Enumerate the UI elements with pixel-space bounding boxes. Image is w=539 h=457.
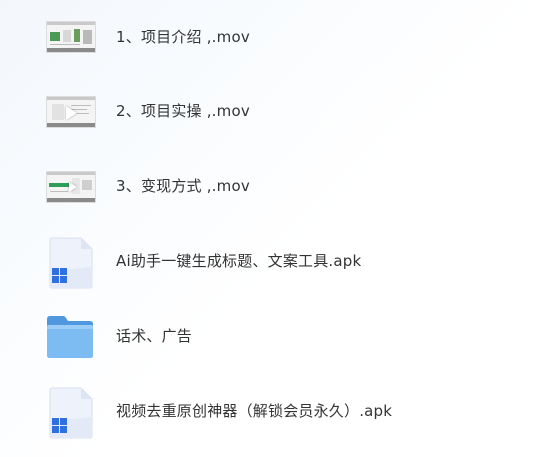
file-row-video-1[interactable]: 1、项目介绍 ,.mov xyxy=(0,6,539,66)
video-thumbnail-icon xyxy=(46,96,96,128)
file-list: 1、项目介绍 ,.mov 2、项目实操 ,.mov 3、变现方式 ,.mov A… xyxy=(0,0,539,457)
play-icon xyxy=(69,182,77,192)
play-icon xyxy=(66,106,77,120)
video-thumbnail-icon xyxy=(46,21,96,53)
file-row-apk-2[interactable]: 视频去重原创神器（解锁会员永久）.apk xyxy=(0,381,539,441)
file-row-video-3[interactable]: 3、变现方式 ,.mov xyxy=(0,156,539,216)
file-name: 3、变现方式 ,.mov xyxy=(116,177,250,195)
apk-file-icon xyxy=(48,387,94,439)
file-name: 话术、广告 xyxy=(116,327,193,345)
file-name: Ai助手一键生成标题、文案工具.apk xyxy=(116,252,362,270)
video-thumbnail-icon xyxy=(46,171,96,203)
file-name: 1、项目介绍 ,.mov xyxy=(116,28,250,46)
file-name: 视频去重原创神器（解锁会员永久）.apk xyxy=(116,402,393,420)
folder-icon xyxy=(46,315,94,359)
file-name: 2、项目实操 ,.mov xyxy=(116,102,250,120)
apk-file-icon xyxy=(48,237,94,289)
file-row-folder[interactable]: 话术、广告 xyxy=(0,306,539,366)
file-row-video-2[interactable]: 2、项目实操 ,.mov xyxy=(0,81,539,141)
file-row-apk-1[interactable]: Ai助手一键生成标题、文案工具.apk xyxy=(0,231,539,291)
